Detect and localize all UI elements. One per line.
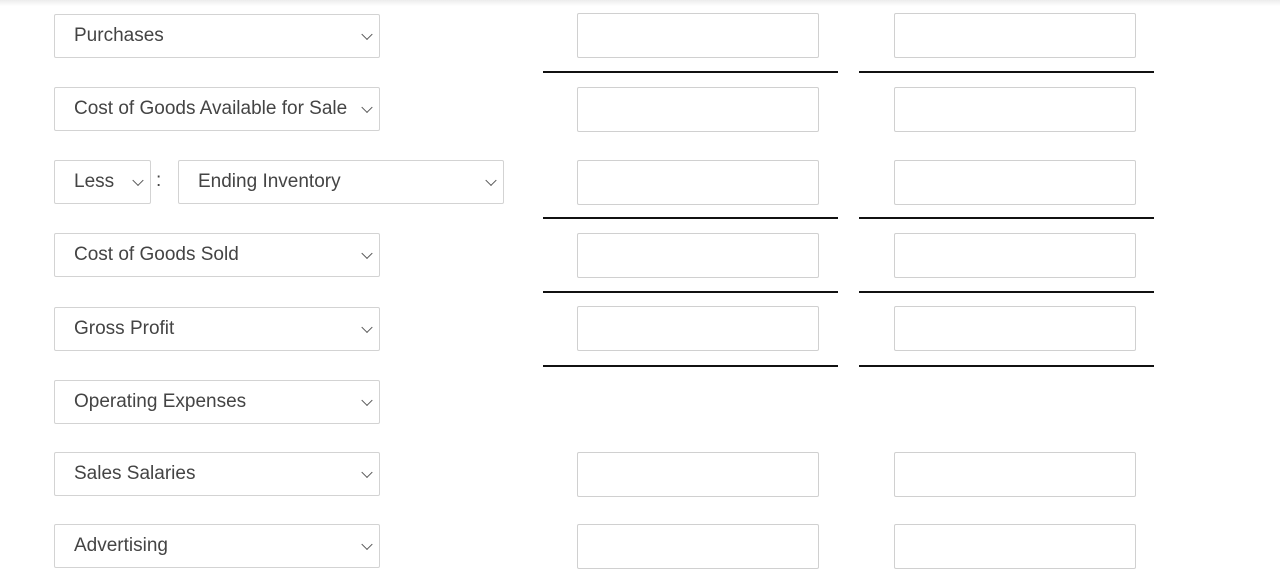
select-value: Operating Expenses — [74, 391, 247, 412]
underline-rule — [543, 291, 838, 293]
underline-rule — [859, 217, 1154, 219]
select-value: Sales Salaries — [74, 463, 196, 484]
amount-input-col2-row2[interactable] — [894, 87, 1136, 132]
account-select-cogs-available[interactable]: Cost of Goods Available for Sale — [54, 87, 380, 131]
amount-input-col1-row8[interactable] — [577, 524, 819, 569]
underline-rule — [543, 217, 838, 219]
underline-rule — [543, 71, 838, 73]
underline-rule — [859, 291, 1154, 293]
chevron-down-icon — [361, 101, 373, 114]
account-select-sales-salaries[interactable]: Sales Salaries — [54, 452, 380, 496]
amount-input-col1-row3[interactable] — [577, 160, 819, 205]
amount-input-col2-row3[interactable] — [894, 160, 1136, 205]
select-value: Cost of Goods Available for Sale — [74, 98, 348, 119]
chevron-down-icon — [485, 174, 497, 187]
amount-input-col2-row7[interactable] — [894, 452, 1136, 497]
chevron-down-icon — [361, 321, 373, 334]
select-value: Advertising — [74, 535, 168, 556]
account-select-operating-expenses[interactable]: Operating Expenses — [54, 380, 380, 424]
select-value: Ending Inventory — [198, 171, 341, 192]
underline-rule — [543, 365, 838, 367]
account-select-advertising[interactable]: Advertising — [54, 524, 380, 568]
amount-input-col1-row7[interactable] — [577, 452, 819, 497]
chevron-down-icon — [361, 28, 373, 41]
account-select-purchases[interactable]: Purchases — [54, 14, 380, 58]
amount-input-col1-row5[interactable] — [577, 306, 819, 351]
chevron-down-icon — [361, 538, 373, 551]
chevron-down-icon — [361, 394, 373, 407]
account-select-ending-inventory[interactable]: Ending Inventory — [178, 160, 504, 204]
amount-input-col1-row1[interactable] — [577, 13, 819, 58]
top-shadow — [0, 0, 1280, 6]
amount-input-col1-row4[interactable] — [577, 233, 819, 278]
select-value: Less — [74, 171, 115, 192]
underline-rule — [859, 71, 1154, 73]
select-value: Purchases — [74, 25, 164, 46]
select-value: Gross Profit — [74, 318, 175, 339]
amount-input-col2-row5[interactable] — [894, 306, 1136, 351]
underline-rule — [859, 365, 1154, 367]
amount-input-col1-row2[interactable] — [577, 87, 819, 132]
chevron-down-icon — [361, 247, 373, 260]
account-select-gross-profit[interactable]: Gross Profit — [54, 307, 380, 351]
select-value: Cost of Goods Sold — [74, 244, 239, 265]
amount-input-col2-row1[interactable] — [894, 13, 1136, 58]
chevron-down-icon — [361, 466, 373, 479]
amount-input-col2-row8[interactable] — [894, 524, 1136, 569]
account-select-cogs[interactable]: Cost of Goods Sold — [54, 233, 380, 277]
colon-separator: : — [156, 170, 162, 191]
operator-select[interactable]: Less — [54, 160, 151, 204]
chevron-down-icon — [132, 174, 144, 187]
amount-input-col2-row4[interactable] — [894, 233, 1136, 278]
